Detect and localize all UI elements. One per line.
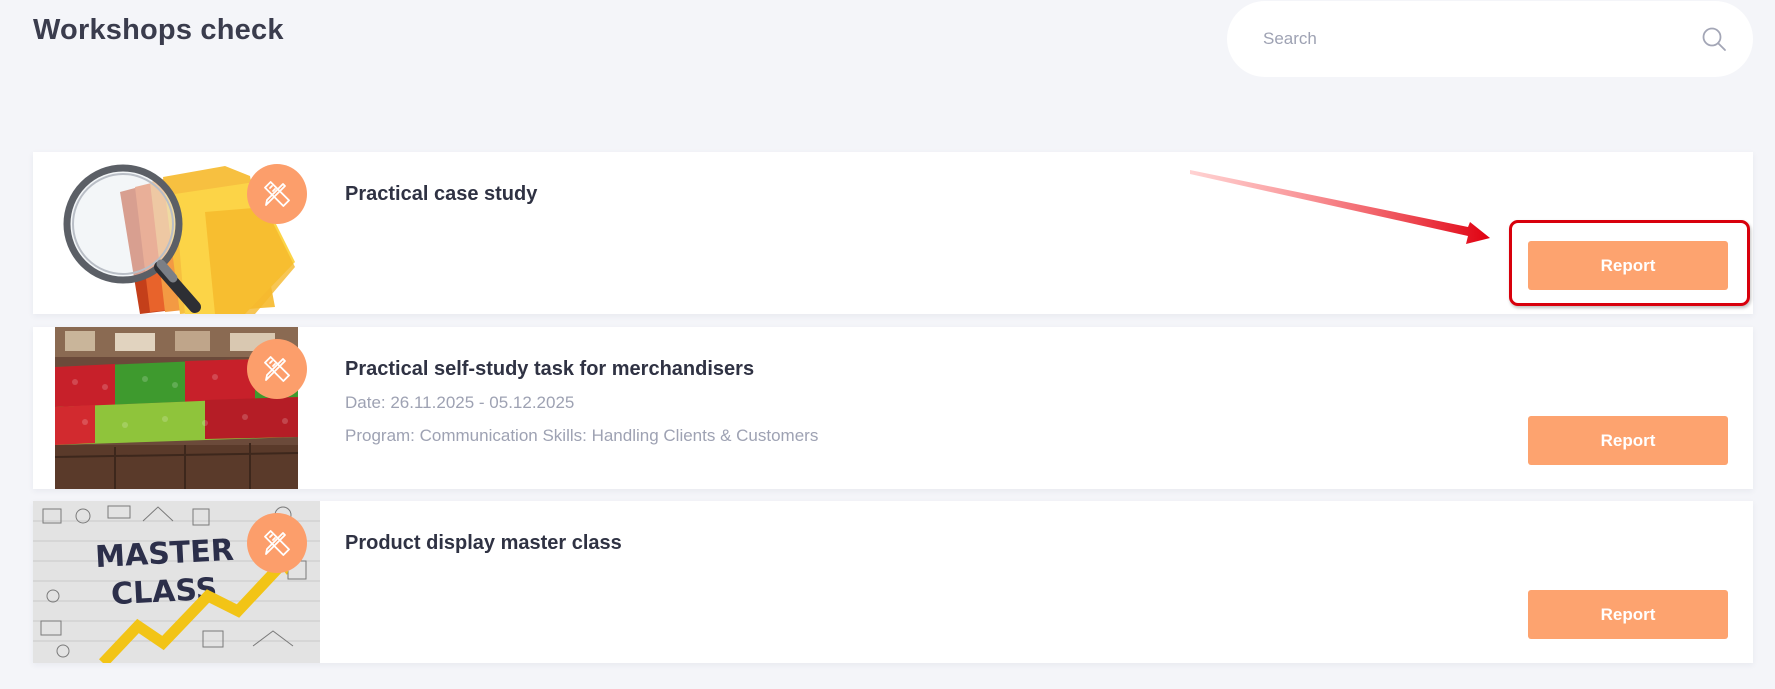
workshop-title: Product display master class bbox=[345, 532, 622, 554]
report-button[interactable]: Report bbox=[1528, 241, 1728, 290]
workshops-page: Workshops check Search Practical case st… bbox=[0, 0, 1775, 689]
workshop-card: Practical self-study task for merchandis… bbox=[33, 327, 1753, 489]
pencil-ruler-icon bbox=[264, 181, 290, 207]
workshop-program: Program: Communication Skills: Handling … bbox=[345, 426, 819, 445]
pencil-ruler-icon bbox=[264, 356, 290, 382]
pencil-ruler-icon bbox=[264, 530, 290, 556]
workshop-type-badge bbox=[247, 513, 307, 573]
workshop-type-badge bbox=[247, 164, 307, 224]
search-icon[interactable] bbox=[1699, 24, 1729, 54]
workshop-title: Practical case study bbox=[345, 183, 538, 205]
report-button[interactable]: Report bbox=[1528, 590, 1728, 639]
workshop-card: MASTER CLASS Product display master clas… bbox=[33, 501, 1753, 663]
report-button[interactable]: Report bbox=[1528, 416, 1728, 465]
workshop-card: Practical case study Report bbox=[33, 152, 1753, 314]
svg-text:MASTER: MASTER bbox=[94, 533, 234, 575]
workshop-title: Practical self-study task for merchandis… bbox=[345, 358, 755, 380]
workshop-type-badge bbox=[247, 339, 307, 399]
search-input[interactable] bbox=[1263, 29, 1699, 49]
workshop-date: Date: 26.11.2025 - 05.12.2025 bbox=[345, 393, 575, 412]
page-title: Workshops check bbox=[33, 14, 284, 46]
search-bar[interactable] bbox=[1227, 1, 1753, 77]
